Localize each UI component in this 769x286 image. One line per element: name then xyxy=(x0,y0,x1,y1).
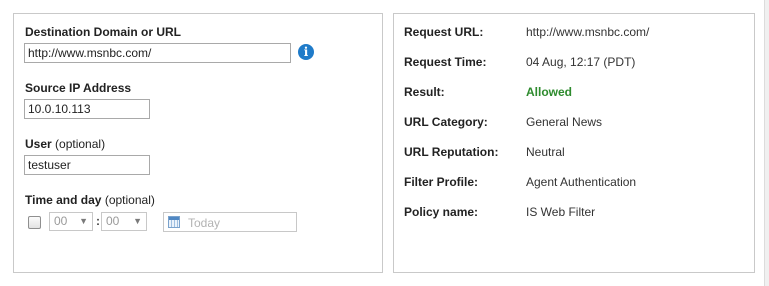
request-time-label: Request Time: xyxy=(404,55,487,69)
request-url-value: http://www.msnbc.com/ xyxy=(526,25,650,39)
user-optional-hint: (optional) xyxy=(55,137,106,151)
time-day-checkbox[interactable] xyxy=(28,216,41,229)
destination-url-input[interactable]: http://www.msnbc.com/ xyxy=(24,43,291,63)
user-input[interactable]: testuser xyxy=(24,155,150,175)
chevron-down-icon: ▼ xyxy=(79,216,88,226)
calendar-icon[interactable] xyxy=(168,216,180,228)
source-ip-input[interactable]: 10.0.10.113 xyxy=(24,99,150,119)
date-input[interactable]: Today xyxy=(163,212,297,232)
policy-name-label: Policy name: xyxy=(404,205,479,219)
filter-profile-label: Filter Profile: xyxy=(404,175,479,189)
minute-select[interactable]: 00 ▼ xyxy=(101,212,147,231)
destination-label: Destination Domain or URL xyxy=(25,25,182,39)
hour-select[interactable]: 00 ▼ xyxy=(49,212,93,231)
url-reputation-value: Neutral xyxy=(526,145,565,159)
policy-name-value: IS Web Filter xyxy=(526,205,596,219)
hour-select-value: 00 xyxy=(54,214,68,228)
user-label: User (optional) xyxy=(25,137,105,151)
date-placeholder: Today xyxy=(188,216,221,230)
time-day-label: Time and day (optional) xyxy=(25,193,155,207)
page-scrollbar[interactable] xyxy=(764,0,769,286)
request-url-label: Request URL: xyxy=(404,25,484,39)
result-label: Result: xyxy=(404,85,445,99)
url-category-value: General News xyxy=(526,115,603,129)
url-reputation-label: URL Reputation: xyxy=(404,145,499,159)
user-label-text: User xyxy=(25,137,52,151)
source-ip-label: Source IP Address xyxy=(25,81,132,95)
result-status-value: Allowed xyxy=(526,85,573,99)
request-time-value: 04 Aug, 12:17 (PDT) xyxy=(526,55,636,69)
chevron-down-icon: ▼ xyxy=(133,216,142,226)
filter-profile-value: Agent Authentication xyxy=(526,175,637,189)
url-category-label: URL Category: xyxy=(404,115,488,129)
test-input-panel: Destination Domain or URL http://www.msn… xyxy=(13,13,383,273)
info-icon[interactable]: i xyxy=(298,44,314,60)
time-day-optional-hint: (optional) xyxy=(104,193,155,207)
time-separator: : xyxy=(96,214,100,228)
test-results-panel: Request URL: http://www.msnbc.com/ Reque… xyxy=(393,13,755,273)
time-day-label-text: Time and day xyxy=(25,193,102,207)
minute-select-value: 00 xyxy=(106,214,120,228)
